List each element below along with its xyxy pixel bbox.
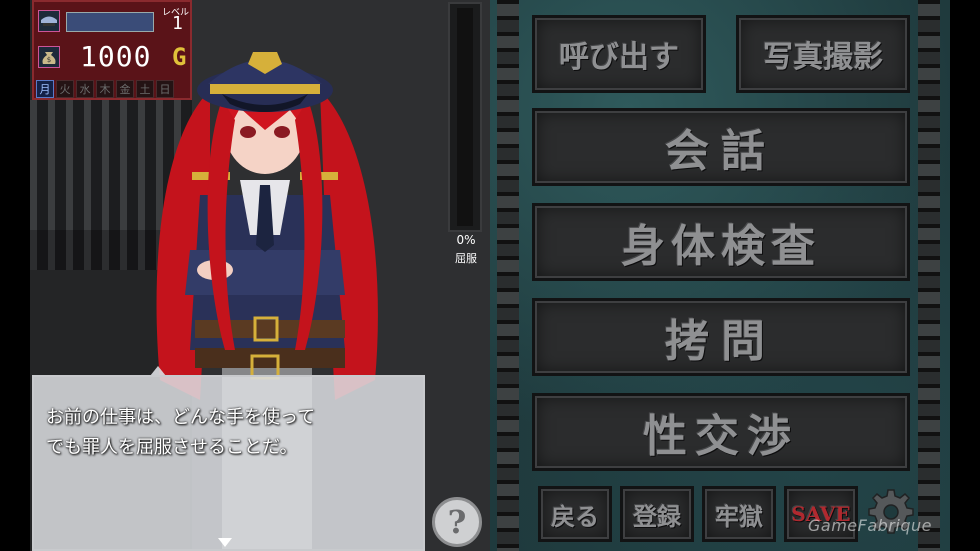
- dialog-text: お前の仕事は、どんな手を使って でも罪人を屈服させることだ。: [46, 407, 316, 458]
- photo-button[interactable]: 写真撮影: [736, 15, 910, 93]
- status-panel: レベル 1 $ 1000 G 月 火 水 木 金 土 日: [32, 0, 192, 100]
- money-unit: G: [172, 43, 187, 71]
- level-value: 1: [172, 13, 183, 34]
- svg-text:$: $: [47, 56, 51, 64]
- submission-label: 屈服: [455, 252, 477, 265]
- game-screen: レベル 1 $ 1000 G 月 火 水 木 金 土 日 0% 屈服 お前の仕事…: [0, 0, 980, 551]
- weekday-thu: 木: [96, 80, 114, 98]
- back-button[interactable]: 戻る: [538, 486, 612, 542]
- dialog-box[interactable]: [32, 375, 425, 551]
- weekday-sun: 日: [156, 80, 174, 98]
- cap-icon: [38, 10, 60, 32]
- weekday-row: 月 火 水 木 金 土 日: [36, 80, 174, 98]
- talk-button[interactable]: 会話: [532, 108, 910, 186]
- weekday-tue: 火: [56, 80, 74, 98]
- weekday-fri: 金: [116, 80, 134, 98]
- next-arrow-icon[interactable]: [218, 538, 232, 547]
- experience-bar: [66, 12, 154, 32]
- submission-percent: 0%: [456, 233, 476, 247]
- weekday-wed: 水: [76, 80, 94, 98]
- help-icon[interactable]: ?: [432, 497, 482, 547]
- weekday-mon: 月: [36, 80, 54, 98]
- money-bag-icon: $: [38, 46, 60, 68]
- negotiate-button[interactable]: 性交渉: [532, 393, 910, 471]
- chain-left: [497, 0, 519, 551]
- register-button[interactable]: 登録: [620, 486, 694, 542]
- torture-button[interactable]: 拷問: [532, 298, 910, 376]
- chain-right: [918, 0, 940, 551]
- money-value: 1000: [80, 40, 152, 73]
- jail-button[interactable]: 牢獄: [702, 486, 776, 542]
- submission-gauge-inner: [457, 8, 473, 226]
- body-inspection-button[interactable]: 身体検査: [532, 203, 910, 281]
- watermark: GameFabrique: [808, 516, 932, 535]
- weekday-sat: 土: [136, 80, 154, 98]
- call-button[interactable]: 呼び出す: [532, 15, 706, 93]
